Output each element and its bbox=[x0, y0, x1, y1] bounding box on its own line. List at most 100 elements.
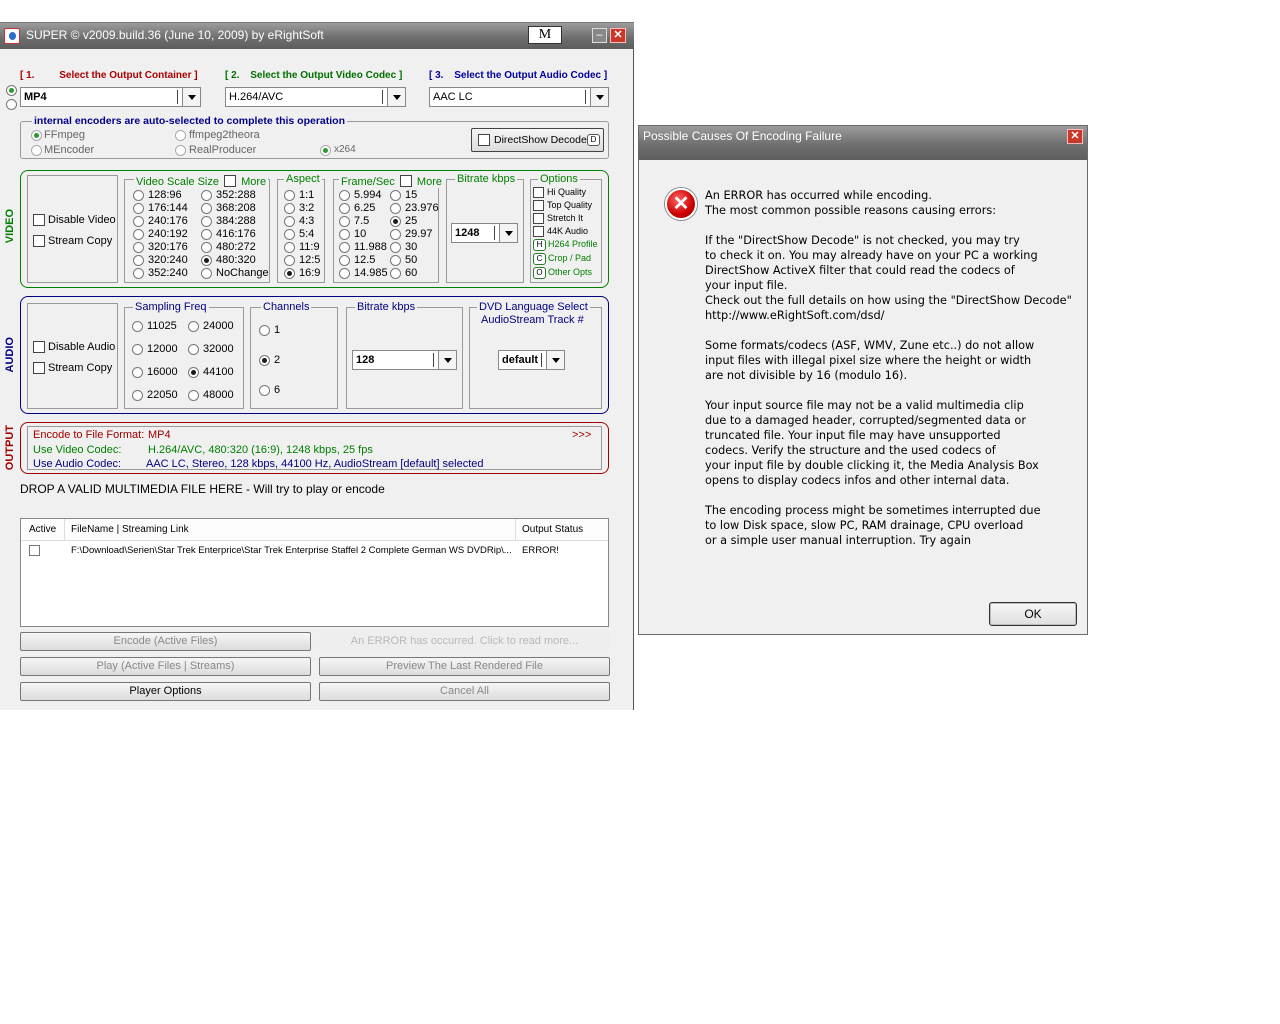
option-checkbox[interactable] bbox=[533, 213, 544, 224]
fps-radio[interactable] bbox=[390, 229, 401, 240]
preview-button[interactable]: Preview The Last Rendered File bbox=[319, 657, 610, 676]
fps-radio[interactable] bbox=[390, 255, 401, 266]
scale-radio[interactable] bbox=[133, 268, 144, 279]
freq-radio[interactable] bbox=[132, 344, 143, 355]
mode-radio-1[interactable] bbox=[6, 85, 17, 96]
directshow-checkbox[interactable] bbox=[478, 134, 490, 146]
option-label: 44K Audio bbox=[547, 226, 589, 236]
fps-radio[interactable] bbox=[390, 268, 401, 279]
disable-video-checkbox[interactable] bbox=[33, 214, 45, 226]
option-checkbox[interactable] bbox=[533, 187, 544, 198]
dialog-title-bar[interactable]: Possible Causes Of Encoding Failure ✕ bbox=[639, 126, 1087, 160]
m-button[interactable]: M bbox=[528, 26, 562, 44]
scale-radio[interactable] bbox=[201, 268, 212, 279]
aspect-radio[interactable] bbox=[284, 229, 295, 240]
fps-radio[interactable] bbox=[339, 229, 350, 240]
option-checkbox[interactable] bbox=[533, 226, 544, 237]
fps-radio[interactable] bbox=[339, 268, 350, 279]
mencoder-radio[interactable] bbox=[31, 145, 42, 156]
other-opts-icon[interactable]: O bbox=[533, 267, 546, 279]
fps-radio[interactable] bbox=[339, 255, 350, 266]
x264-radio[interactable] bbox=[320, 145, 331, 156]
fps-radio[interactable] bbox=[390, 242, 401, 253]
fps-radio[interactable] bbox=[390, 203, 401, 214]
error-info-button[interactable]: An ERROR has occurred. Click to read mor… bbox=[319, 632, 610, 651]
audio-stream-copy-checkbox[interactable] bbox=[33, 362, 45, 374]
aspect-radio[interactable] bbox=[284, 203, 295, 214]
ffmpeg-radio[interactable] bbox=[31, 130, 42, 141]
fps-radio[interactable] bbox=[390, 190, 401, 201]
video-bitrate-select[interactable]: 1248 bbox=[451, 223, 518, 243]
audio-bitrate-select[interactable]: 128 bbox=[352, 350, 457, 370]
cancel-all-button[interactable]: Cancel All bbox=[319, 682, 610, 701]
freq-radio[interactable] bbox=[132, 321, 143, 332]
freq-radio[interactable] bbox=[132, 367, 143, 378]
drop-zone-text[interactable]: DROP A VALID MULTIMEDIA FILE HERE - Will… bbox=[20, 482, 385, 496]
minimize-button[interactable]: – bbox=[592, 28, 607, 43]
crop-pad-link[interactable]: Crop / Pad bbox=[548, 253, 591, 263]
table-row[interactable]: F:\Download\Serien\Star Trek Enterprice\… bbox=[21, 543, 608, 559]
audiostream-track-select[interactable]: default bbox=[498, 350, 565, 370]
audio-codec-select[interactable]: AAC LC bbox=[429, 87, 609, 107]
realproducer-radio[interactable] bbox=[175, 145, 186, 156]
scale-radio[interactable] bbox=[201, 255, 212, 266]
video-codec-select[interactable]: H.264/AVC bbox=[225, 87, 406, 107]
aspect-radio[interactable] bbox=[284, 255, 295, 266]
fps-radio[interactable] bbox=[339, 216, 350, 227]
freq-radio[interactable] bbox=[188, 390, 199, 401]
directshow-decode-toggle[interactable]: DirectShow Decode D bbox=[471, 128, 604, 152]
aspect-radio[interactable] bbox=[284, 216, 295, 227]
player-options-button[interactable]: Player Options bbox=[20, 682, 311, 701]
freq-radio[interactable] bbox=[188, 321, 199, 332]
video-stream-copy-checkbox[interactable] bbox=[33, 235, 45, 247]
option-checkbox[interactable] bbox=[533, 200, 544, 211]
file-list[interactable]: Active FileName | Streaming Link Output … bbox=[20, 518, 609, 627]
scale-radio[interactable] bbox=[133, 255, 144, 266]
scale-radio[interactable] bbox=[201, 190, 212, 201]
container-select[interactable]: MP4 bbox=[20, 87, 201, 107]
freq-radio[interactable] bbox=[132, 390, 143, 401]
aspect-radio[interactable] bbox=[284, 190, 295, 201]
close-button[interactable]: ✕ bbox=[610, 28, 626, 43]
h264-profile-link[interactable]: H264 Profile bbox=[548, 239, 598, 249]
row-active-checkbox[interactable] bbox=[29, 545, 40, 556]
freq-radio[interactable] bbox=[188, 367, 199, 378]
dialog-close-button[interactable]: ✕ bbox=[1067, 129, 1083, 144]
scale-radio[interactable] bbox=[201, 203, 212, 214]
scale-radio[interactable] bbox=[133, 216, 144, 227]
scale-radio[interactable] bbox=[133, 242, 144, 253]
fps-radio[interactable] bbox=[339, 242, 350, 253]
fps-radio[interactable] bbox=[339, 190, 350, 201]
scale-more-checkbox[interactable] bbox=[224, 175, 237, 187]
disable-audio-checkbox[interactable] bbox=[33, 341, 45, 353]
output-more-link[interactable]: >>> bbox=[572, 429, 591, 441]
col-filename-header[interactable]: FileName | Streaming Link bbox=[71, 524, 189, 535]
aspect-radio[interactable] bbox=[284, 268, 295, 279]
fps-radio[interactable] bbox=[339, 203, 350, 214]
fps-radio[interactable] bbox=[390, 216, 401, 227]
scale-radio[interactable] bbox=[133, 190, 144, 201]
channels-radio[interactable] bbox=[259, 355, 270, 366]
scale-radio[interactable] bbox=[201, 216, 212, 227]
crop-pad-icon[interactable]: C bbox=[533, 253, 546, 265]
ffmpeg2theora-radio[interactable] bbox=[175, 130, 186, 141]
scale-radio[interactable] bbox=[133, 229, 144, 240]
other-opts-link[interactable]: Other Opts bbox=[548, 267, 592, 277]
h264-profile-icon[interactable]: H bbox=[533, 239, 546, 251]
aspect-radio[interactable] bbox=[284, 242, 295, 253]
channels-radio[interactable] bbox=[259, 385, 270, 396]
scale-label: 176:144 bbox=[148, 202, 188, 214]
mode-radio-2[interactable] bbox=[6, 99, 17, 110]
freq-radio[interactable] bbox=[188, 344, 199, 355]
encode-button[interactable]: Encode (Active Files) bbox=[20, 632, 311, 651]
scale-radio[interactable] bbox=[201, 229, 212, 240]
channels-radio[interactable] bbox=[259, 325, 270, 336]
col-active-header[interactable]: Active bbox=[29, 524, 56, 535]
scale-radio[interactable] bbox=[201, 242, 212, 253]
play-button[interactable]: Play (Active Files | Streams) bbox=[20, 657, 311, 676]
fps-more-checkbox[interactable] bbox=[399, 175, 412, 187]
ok-button[interactable]: OK bbox=[989, 602, 1077, 626]
main-title-bar[interactable]: SUPER © v2009.build.36 (June 10, 2009) b… bbox=[0, 23, 634, 49]
col-status-header[interactable]: Output Status bbox=[522, 524, 583, 535]
scale-radio[interactable] bbox=[133, 203, 144, 214]
